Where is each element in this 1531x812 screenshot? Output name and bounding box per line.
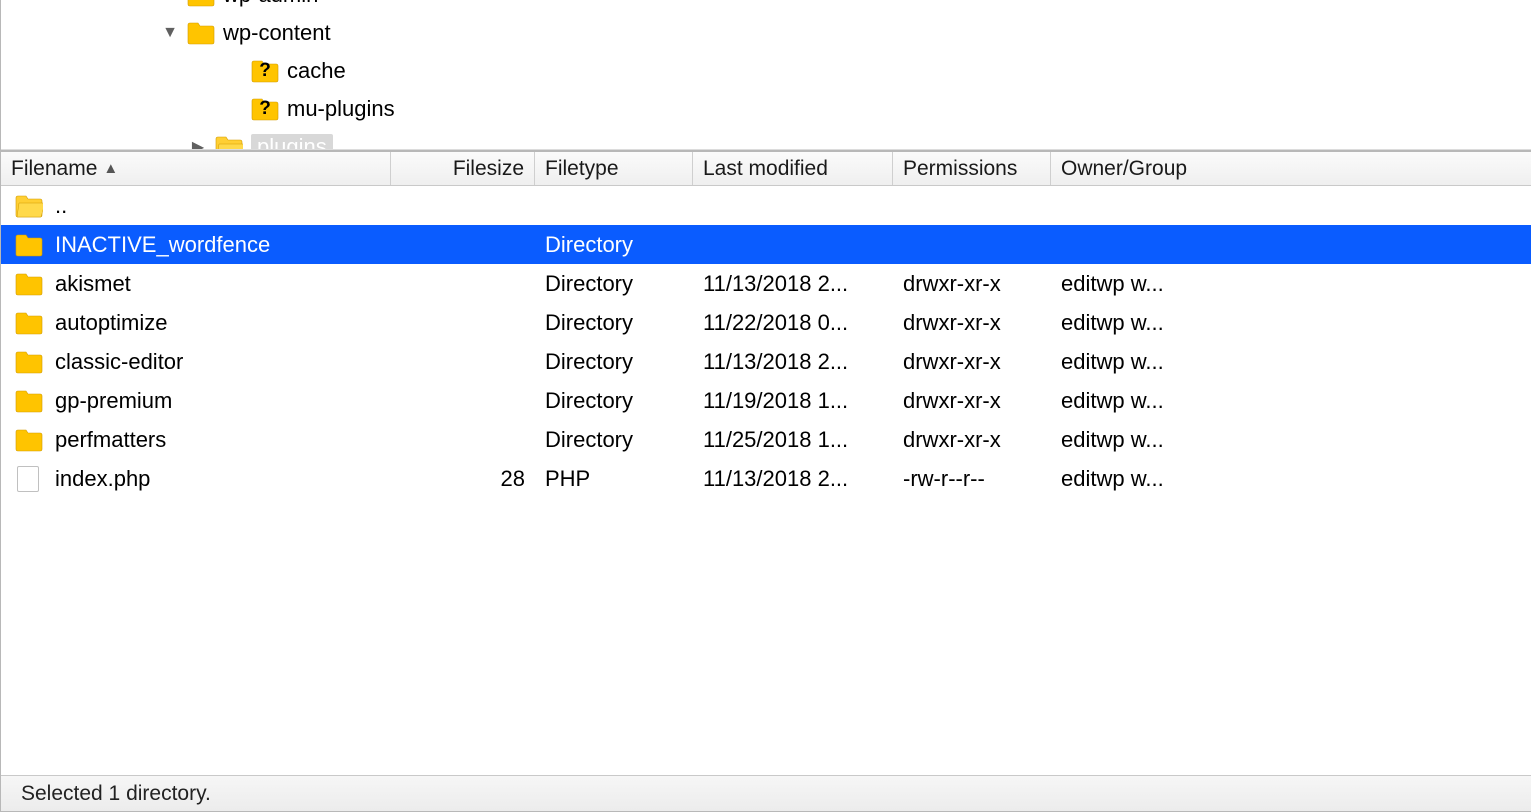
- file-list[interactable]: .. INACTIVE_wordfence Directory akismet Dire…: [1, 186, 1531, 775]
- folder-open-icon: [215, 135, 243, 152]
- file-type: PHP: [545, 466, 590, 492]
- status-bar: Selected 1 directory.: [1, 775, 1531, 811]
- file-modified: 11/13/2018 2...: [703, 349, 848, 375]
- folder-open-icon: [15, 194, 43, 218]
- column-filetype-label: Filetype: [545, 157, 619, 181]
- file-type: Directory: [545, 310, 633, 336]
- file-owner: editwp w...: [1061, 427, 1164, 453]
- column-filename-label: Filename: [11, 157, 97, 181]
- directory-tree[interactable]: ? wp-admin ▼ wp-content? cache? mu-plugins ▶ pl…: [1, 0, 1531, 152]
- tree-item-label: wp-admin: [223, 0, 318, 8]
- tree-item-label: mu-plugins: [287, 96, 395, 122]
- file-modified: 11/13/2018 2...: [703, 271, 848, 297]
- file-permissions: drwxr-xr-x: [903, 271, 1001, 297]
- file-owner: editwp w...: [1061, 349, 1164, 375]
- file-permissions: drwxr-xr-x: [903, 349, 1001, 375]
- tree-item[interactable]: ▼ wp-content: [1, 14, 1531, 52]
- file-name: INACTIVE_wordfence: [55, 232, 270, 258]
- file-manager-window: ? wp-admin ▼ wp-content? cache? mu-plugins ▶ pl…: [0, 0, 1531, 812]
- file-permissions: drwxr-xr-x: [903, 310, 1001, 336]
- column-filesize[interactable]: Filesize: [391, 152, 535, 185]
- file-modified: 11/19/2018 1...: [703, 388, 848, 414]
- file-permissions: -rw-r--r--: [903, 466, 985, 492]
- file-row[interactable]: classic-editor Directory 11/13/2018 2... dr…: [1, 342, 1531, 381]
- file-row[interactable]: gp-premium Directory 11/19/2018 1... drwxr-…: [1, 381, 1531, 420]
- file-size: 28: [501, 466, 525, 492]
- column-owner-label: Owner/Group: [1061, 157, 1187, 181]
- folder-unknown-icon: ?: [251, 97, 279, 121]
- file-name: ..: [55, 193, 67, 219]
- file-modified: 11/22/2018 0...: [703, 310, 848, 336]
- folder-icon: [15, 311, 43, 335]
- column-permissions[interactable]: Permissions: [893, 152, 1051, 185]
- status-text: Selected 1 directory.: [21, 782, 211, 806]
- folder-unknown-icon: ?: [251, 59, 279, 83]
- column-filename[interactable]: Filename ▲: [1, 152, 391, 185]
- file-type: Directory: [545, 232, 633, 258]
- file-type: Directory: [545, 271, 633, 297]
- column-filetype[interactable]: Filetype: [535, 152, 693, 185]
- file-modified: 11/13/2018 2...: [703, 466, 848, 492]
- folder-icon: [15, 389, 43, 413]
- file-row[interactable]: autoptimize Directory 11/22/2018 0... drwxr…: [1, 303, 1531, 342]
- file-type: Directory: [545, 427, 633, 453]
- tree-item-label: plugins: [251, 134, 333, 152]
- tree-item[interactable]: ? mu-plugins: [1, 90, 1531, 128]
- tree-item-label: wp-content: [223, 20, 331, 46]
- column-headers: Filename ▲ Filesize Filetype Last modifi…: [1, 152, 1531, 186]
- file-owner: editwp w...: [1061, 466, 1164, 492]
- file-name: akismet: [55, 271, 131, 297]
- file-row[interactable]: ..: [1, 186, 1531, 225]
- column-filesize-label: Filesize: [453, 157, 524, 181]
- folder-unknown-icon: ?: [187, 0, 215, 7]
- folder-icon: [15, 350, 43, 374]
- folder-icon: [15, 233, 43, 257]
- file-name: index.php: [55, 466, 150, 492]
- file-owner: editwp w...: [1061, 388, 1164, 414]
- file-name: gp-premium: [55, 388, 172, 414]
- sort-ascending-icon: ▲: [103, 160, 118, 177]
- column-modified-label: Last modified: [703, 157, 828, 181]
- file-name: autoptimize: [55, 310, 168, 336]
- file-owner: editwp w...: [1061, 271, 1164, 297]
- folder-icon: [15, 428, 43, 452]
- file-type: Directory: [545, 349, 633, 375]
- file-row[interactable]: akismet Directory 11/13/2018 2... drwxr-xr-…: [1, 264, 1531, 303]
- folder-icon: [187, 21, 215, 45]
- tree-item[interactable]: ? wp-admin: [1, 0, 1531, 14]
- file-owner: editwp w...: [1061, 310, 1164, 336]
- column-permissions-label: Permissions: [903, 157, 1017, 181]
- file-type: Directory: [545, 388, 633, 414]
- file-permissions: drwxr-xr-x: [903, 388, 1001, 414]
- tree-item[interactable]: ? cache: [1, 52, 1531, 90]
- tree-item[interactable]: ▶ plugins: [1, 128, 1531, 152]
- chevron-right-icon[interactable]: ▶: [187, 137, 209, 152]
- file-name: perfmatters: [55, 427, 166, 453]
- file-permissions: drwxr-xr-x: [903, 427, 1001, 453]
- file-icon: [15, 466, 43, 492]
- file-row[interactable]: INACTIVE_wordfence Directory: [1, 225, 1531, 264]
- tree-item-label: cache: [287, 58, 346, 84]
- folder-icon: [15, 272, 43, 296]
- column-owner[interactable]: Owner/Group: [1051, 152, 1211, 185]
- column-modified[interactable]: Last modified: [693, 152, 893, 185]
- file-row[interactable]: perfmatters Directory 11/25/2018 1... drwxr…: [1, 420, 1531, 459]
- file-modified: 11/25/2018 1...: [703, 427, 848, 453]
- file-row[interactable]: index.php 28 PHP 11/13/2018 2... -rw-r--r-- e…: [1, 459, 1531, 498]
- chevron-down-icon[interactable]: ▼: [159, 24, 181, 42]
- file-name: classic-editor: [55, 349, 183, 375]
